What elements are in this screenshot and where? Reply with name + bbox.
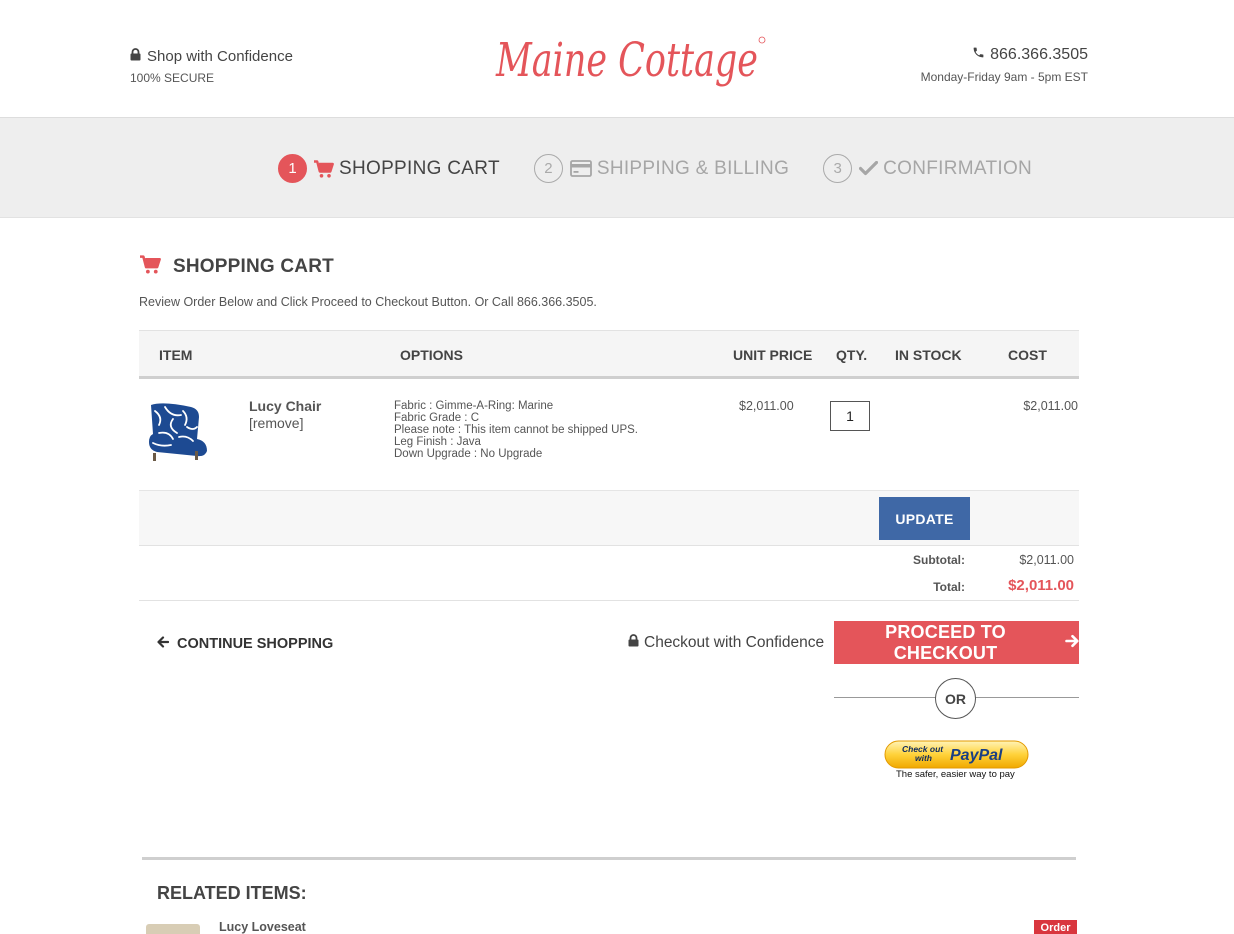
option-line: Fabric : Gimme-A-Ring: Marine <box>394 400 554 412</box>
step-number: 3 <box>823 154 853 183</box>
remove-item-link[interactable]: [remove] <box>249 415 303 431</box>
table-row: Lucy Chair [remove] Fabric : Gimme-A-Rin… <box>139 379 1079 491</box>
related-item-name[interactable]: Lucy Loveseat <box>219 920 306 934</box>
option-line: Fabric Grade : C <box>394 412 479 424</box>
product-options: Fabric : Gimme-A-Ring: Marine Fabric Gra… <box>394 400 638 460</box>
order-totals: Subtotal: $2,011.00 Total: $2,011.00 <box>139 546 1079 601</box>
phone-icon <box>972 46 985 64</box>
lock-icon <box>130 48 141 65</box>
step-label: SHIPPING & BILLING <box>596 157 790 179</box>
checkout-confidence: Checkout with Confidence <box>628 634 824 652</box>
subtotal-label: Subtotal: <box>913 553 965 567</box>
product-thumbnail[interactable] <box>143 399 209 465</box>
update-cart-button[interactable]: UPDATE <box>879 497 970 540</box>
column-header-unit-price: UNIT PRICE <box>733 347 813 363</box>
column-header-cost: COST <box>1008 347 1047 363</box>
product-name[interactable]: Lucy Chair <box>249 398 321 414</box>
check-icon <box>859 161 879 176</box>
proceed-to-checkout-button[interactable]: PROCEED TO CHECKOUT <box>834 621 1079 664</box>
quantity-input[interactable] <box>830 401 870 431</box>
continue-shopping-link[interactable]: CONTINUE SHOPPING <box>157 636 333 652</box>
option-line: Please note : This item cannot be shippe… <box>394 424 638 436</box>
secure-subtitle: 100% SECURE <box>130 71 215 85</box>
column-header-options: OPTIONS <box>400 347 464 363</box>
cart-table: ITEM OPTIONS UNIT PRICE QTY. IN STOCK CO… <box>139 330 1079 601</box>
paypal-tagline: The safer, easier way to pay <box>896 769 1015 780</box>
page-title: SHOPPING CART <box>173 256 334 277</box>
checkout-confidence-label: Checkout with Confidence <box>644 634 825 651</box>
step-confirmation: 3 CONFIRMATION <box>823 154 1032 183</box>
column-header-item: ITEM <box>159 347 193 363</box>
total-label: Total: <box>933 580 965 594</box>
business-hours: Monday-Friday 9am - 5pm EST <box>920 70 1088 84</box>
site-header: Shop with Confidence 100% SECURE Maine C… <box>0 0 1234 118</box>
subtotal-value: $2,011.00 <box>1019 553 1074 567</box>
maine-cottage-logo[interactable]: Maine Cottage <box>494 24 768 88</box>
column-header-qty: QTY. <box>836 347 868 363</box>
cart-instructions: Review Order Below and Click Proceed to … <box>139 295 597 309</box>
column-header-in-stock: IN STOCK <box>895 347 962 363</box>
related-items-title: RELATED ITEMS: <box>157 883 307 903</box>
phone-number[interactable]: 866.366.3505 <box>990 46 1088 64</box>
checkout-progress: 1 SHOPPING CART 2 SHIPPING & BILLING 3 C… <box>0 118 1234 218</box>
step-number: 2 <box>533 154 563 183</box>
svg-text:PayPal: PayPal <box>950 747 1003 764</box>
cart-icon <box>140 255 161 279</box>
step-label: CONFIRMATION <box>883 157 1033 179</box>
related-item-thumbnail[interactable] <box>146 924 200 934</box>
credit-card-icon <box>569 160 592 177</box>
or-badge: OR <box>935 678 976 719</box>
line-cost: $2,011.00 <box>1023 399 1078 413</box>
option-line: Down Upgrade : No Upgrade <box>394 448 543 460</box>
step-shopping-cart: 1 SHOPPING CART <box>278 154 500 183</box>
arrow-left-icon <box>157 636 170 652</box>
order-button[interactable]: Order <box>1034 920 1077 934</box>
update-row: UPDATE <box>139 491 1079 546</box>
secure-title: Shop with Confidence <box>147 48 293 65</box>
unit-price: $2,011.00 <box>739 399 794 413</box>
contact-info: 866.366.3505 Monday-Friday 9am - 5pm EST <box>921 46 1088 84</box>
step-shipping-billing: 2 SHIPPING & BILLING <box>533 154 790 183</box>
continue-shopping-label: CONTINUE SHOPPING <box>177 636 334 652</box>
step-number: 1 <box>278 154 307 183</box>
security-notice: Shop with Confidence 100% SECURE <box>130 48 293 85</box>
cart-heading: SHOPPING CART <box>140 255 334 279</box>
cart-icon <box>314 159 334 178</box>
svg-text:with: with <box>915 753 932 763</box>
step-label: SHOPPING CART <box>339 157 500 179</box>
total-value: $2,011.00 <box>1008 577 1074 594</box>
lock-icon <box>628 634 639 652</box>
arrow-right-icon <box>1065 632 1079 653</box>
svg-text:Maine Cottage: Maine Cottage <box>495 33 758 88</box>
option-line: Leg Finish : Java <box>394 436 481 448</box>
section-divider <box>142 857 1076 860</box>
paypal-checkout-button[interactable]: Check out with PayPal <box>884 740 1029 769</box>
checkout-button-label: PROCEED TO CHECKOUT <box>885 621 1006 663</box>
table-header: ITEM OPTIONS UNIT PRICE QTY. IN STOCK CO… <box>139 330 1079 379</box>
